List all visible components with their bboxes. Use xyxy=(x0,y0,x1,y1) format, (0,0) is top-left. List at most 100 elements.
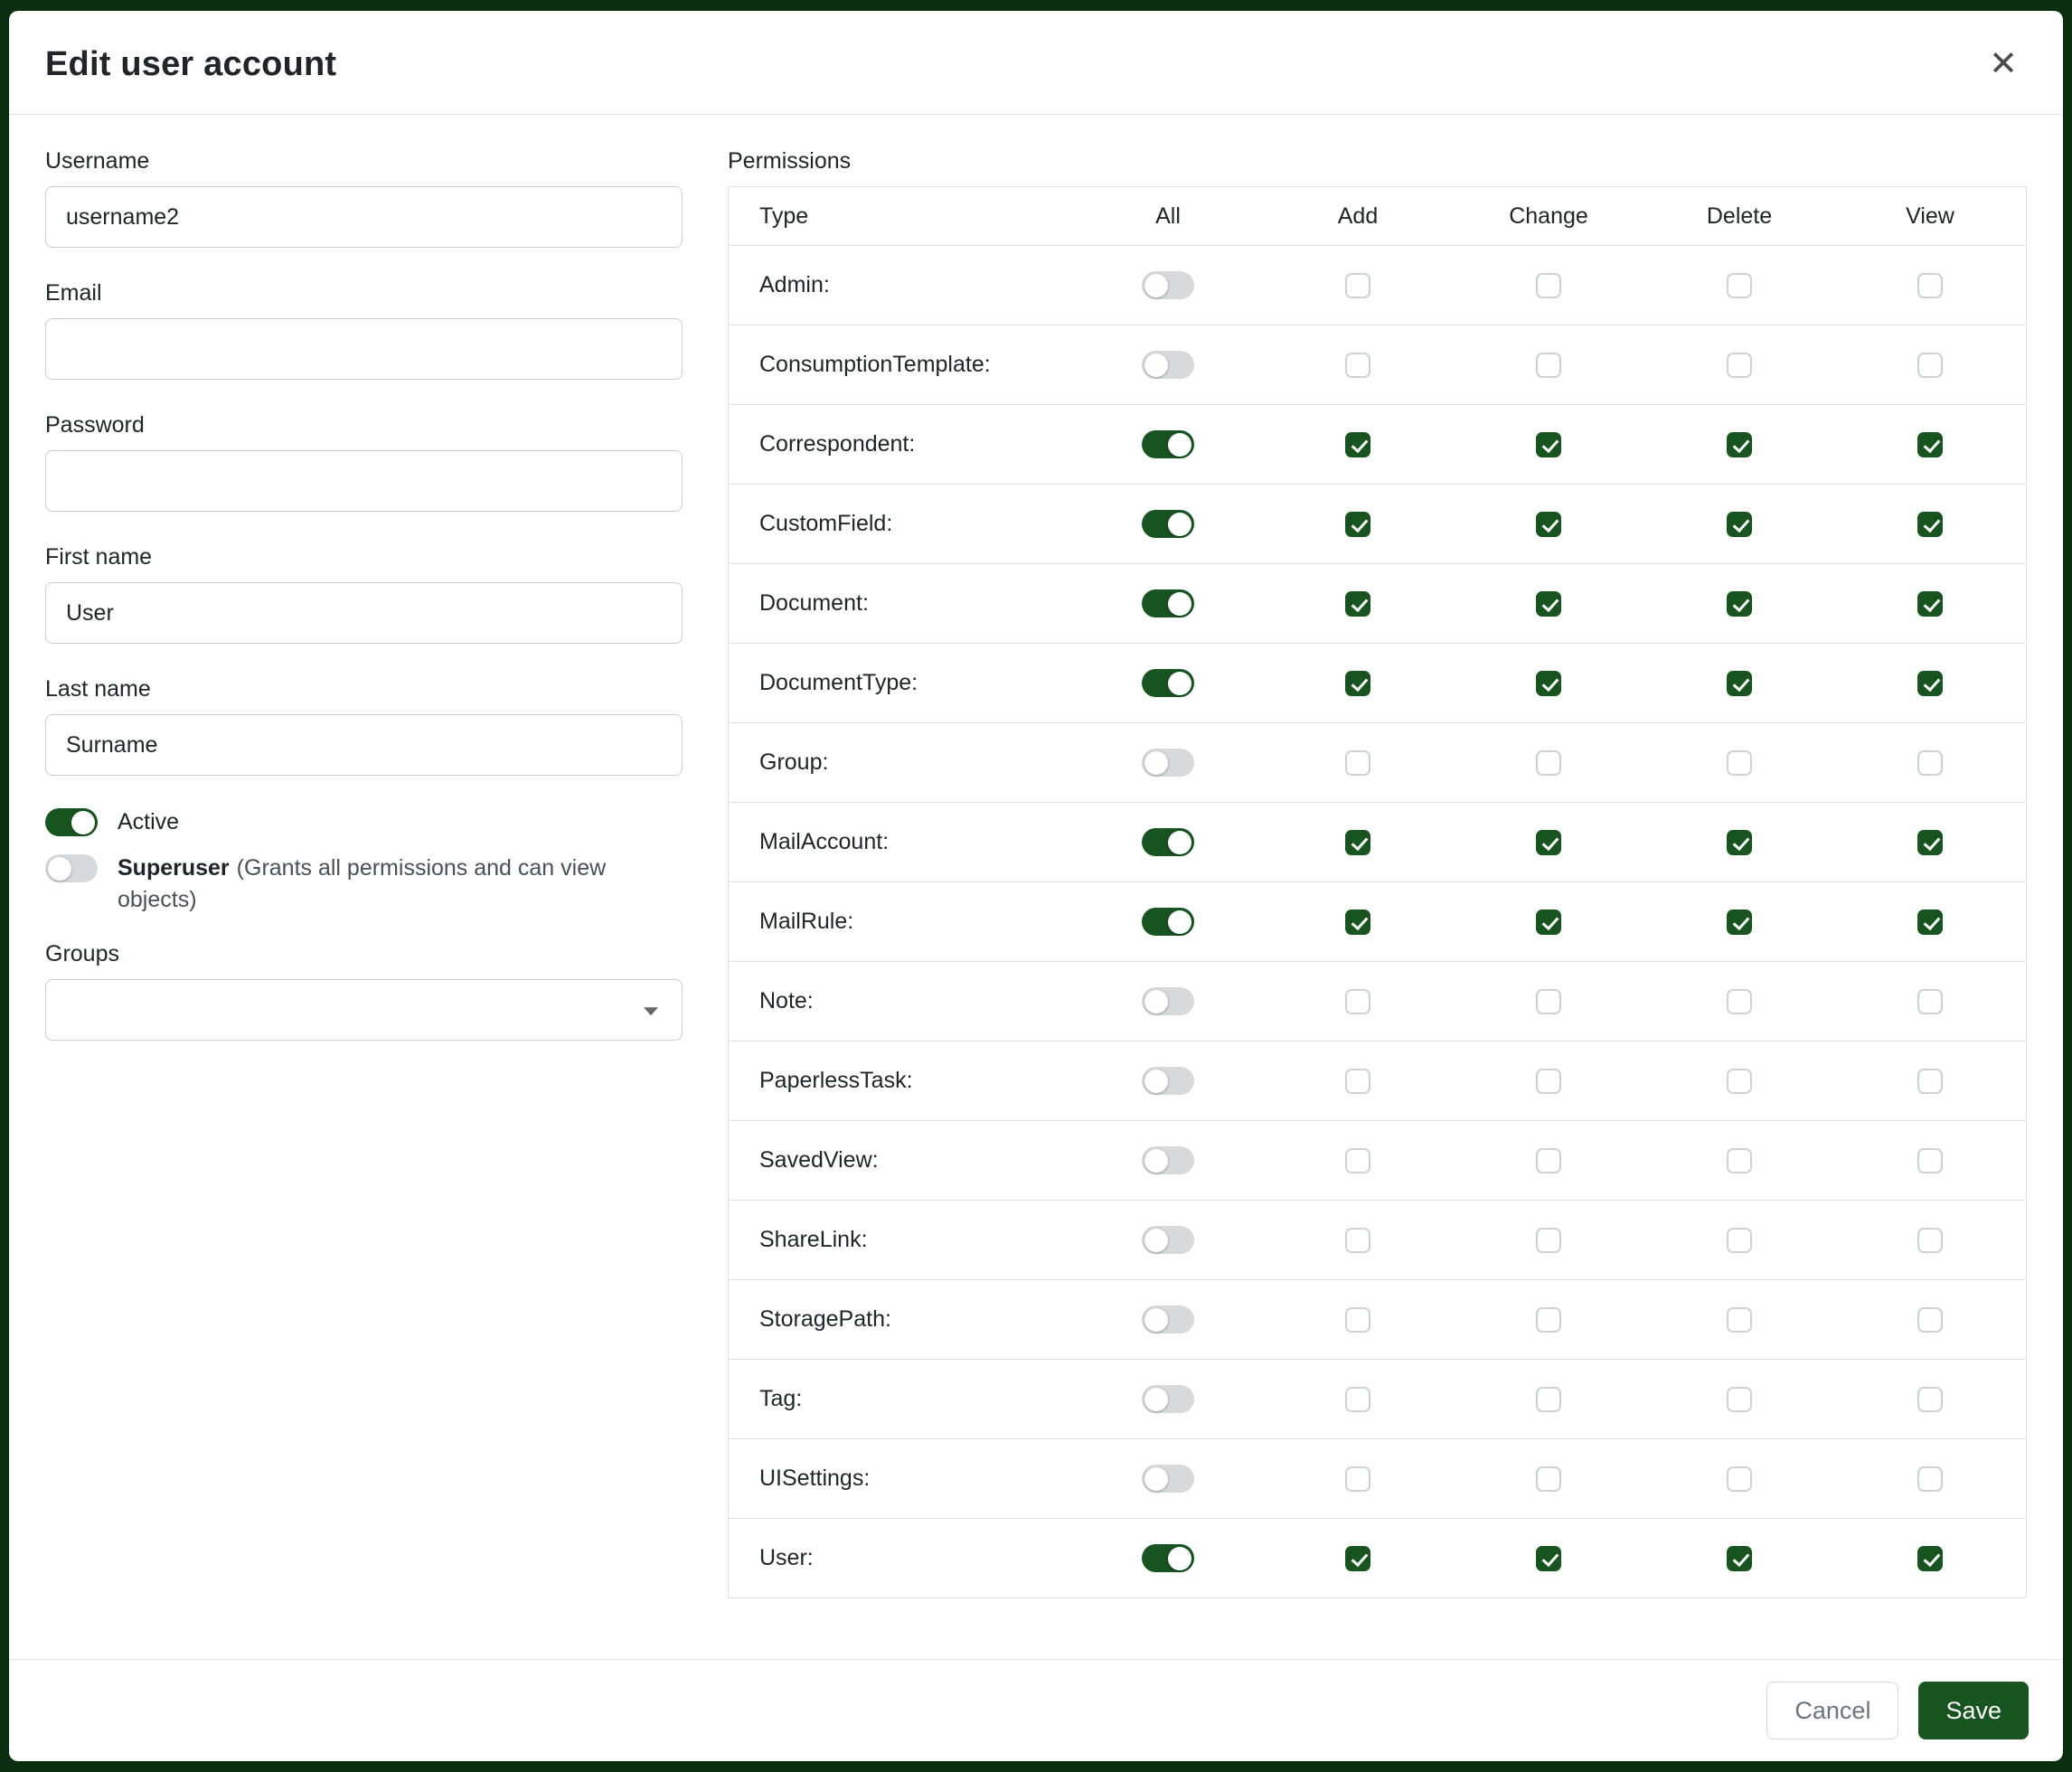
permission-change-checkbox[interactable] xyxy=(1536,1148,1561,1173)
permission-view-checkbox[interactable] xyxy=(1917,432,1943,457)
permission-all-toggle[interactable] xyxy=(1142,987,1194,1015)
last-name-input[interactable] xyxy=(45,714,683,776)
permission-view-checkbox[interactable] xyxy=(1917,1466,1943,1492)
permission-all-toggle[interactable] xyxy=(1142,510,1194,538)
first-name-input[interactable] xyxy=(45,582,683,644)
permission-change-checkbox[interactable] xyxy=(1536,432,1561,457)
permission-change-checkbox[interactable] xyxy=(1536,910,1561,935)
permission-view-checkbox[interactable] xyxy=(1917,989,1943,1014)
permission-delete-checkbox[interactable] xyxy=(1727,512,1752,537)
permission-delete-checkbox[interactable] xyxy=(1727,1148,1752,1173)
permission-add-checkbox[interactable] xyxy=(1345,432,1370,457)
permission-all-toggle[interactable] xyxy=(1142,1385,1194,1413)
permission-add-checkbox[interactable] xyxy=(1345,1387,1370,1412)
permission-add-checkbox[interactable] xyxy=(1345,1148,1370,1173)
permission-view-checkbox[interactable] xyxy=(1917,910,1943,935)
permission-change-checkbox[interactable] xyxy=(1536,1069,1561,1094)
permission-view-checkbox[interactable] xyxy=(1917,353,1943,378)
permission-delete-cell xyxy=(1644,273,1834,298)
permission-delete-checkbox[interactable] xyxy=(1727,750,1752,776)
permission-add-checkbox[interactable] xyxy=(1345,1466,1370,1492)
permission-delete-cell xyxy=(1644,750,1834,776)
permission-add-checkbox[interactable] xyxy=(1345,989,1370,1014)
permission-all-toggle[interactable] xyxy=(1142,430,1194,458)
active-toggle[interactable] xyxy=(45,808,98,836)
permission-change-checkbox[interactable] xyxy=(1536,353,1561,378)
permission-delete-checkbox[interactable] xyxy=(1727,273,1752,298)
save-button[interactable]: Save xyxy=(1918,1682,2029,1739)
permission-all-toggle[interactable] xyxy=(1142,749,1194,777)
permission-view-checkbox[interactable] xyxy=(1917,1069,1943,1094)
superuser-toggle[interactable] xyxy=(45,854,98,882)
email-input[interactable] xyxy=(45,318,683,380)
permission-delete-checkbox[interactable] xyxy=(1727,1069,1752,1094)
password-input[interactable] xyxy=(45,450,683,512)
close-icon[interactable]: ✕ xyxy=(1983,42,2023,87)
permission-add-checkbox[interactable] xyxy=(1345,1307,1370,1333)
permission-change-checkbox[interactable] xyxy=(1536,1387,1561,1412)
permission-view-checkbox[interactable] xyxy=(1917,750,1943,776)
permission-all-toggle[interactable] xyxy=(1142,1226,1194,1254)
permission-view-checkbox[interactable] xyxy=(1917,1387,1943,1412)
permission-add-checkbox[interactable] xyxy=(1345,591,1370,617)
permission-view-checkbox[interactable] xyxy=(1917,671,1943,696)
permission-delete-cell xyxy=(1644,591,1834,617)
permission-all-toggle[interactable] xyxy=(1142,1544,1194,1572)
permission-add-checkbox[interactable] xyxy=(1345,910,1370,935)
permission-add-checkbox[interactable] xyxy=(1345,830,1370,855)
permission-delete-checkbox[interactable] xyxy=(1727,910,1752,935)
permission-all-toggle[interactable] xyxy=(1142,1465,1194,1493)
permission-view-checkbox[interactable] xyxy=(1917,591,1943,617)
permission-add-checkbox[interactable] xyxy=(1345,273,1370,298)
permission-all-toggle[interactable] xyxy=(1142,669,1194,697)
permission-change-checkbox[interactable] xyxy=(1536,1307,1561,1333)
permission-change-checkbox[interactable] xyxy=(1536,989,1561,1014)
cancel-button[interactable]: Cancel xyxy=(1766,1682,1898,1739)
permission-view-checkbox[interactable] xyxy=(1917,1307,1943,1333)
permission-delete-checkbox[interactable] xyxy=(1727,1387,1752,1412)
username-input[interactable] xyxy=(45,186,683,248)
permission-change-checkbox[interactable] xyxy=(1536,830,1561,855)
permission-all-toggle[interactable] xyxy=(1142,1067,1194,1095)
permission-change-checkbox[interactable] xyxy=(1536,591,1561,617)
permission-add-checkbox[interactable] xyxy=(1345,353,1370,378)
permission-add-checkbox[interactable] xyxy=(1345,750,1370,776)
permission-all-toggle[interactable] xyxy=(1142,271,1194,299)
permission-change-checkbox[interactable] xyxy=(1536,512,1561,537)
permission-delete-checkbox[interactable] xyxy=(1727,432,1752,457)
permission-change-checkbox[interactable] xyxy=(1536,1466,1561,1492)
permission-view-checkbox[interactable] xyxy=(1917,273,1943,298)
permission-view-checkbox[interactable] xyxy=(1917,1228,1943,1253)
permission-add-checkbox[interactable] xyxy=(1345,1228,1370,1253)
permission-change-checkbox[interactable] xyxy=(1536,273,1561,298)
permission-all-toggle[interactable] xyxy=(1142,351,1194,379)
permission-delete-checkbox[interactable] xyxy=(1727,1466,1752,1492)
permission-delete-checkbox[interactable] xyxy=(1727,671,1752,696)
permission-view-checkbox[interactable] xyxy=(1917,512,1943,537)
permission-add-checkbox[interactable] xyxy=(1345,1546,1370,1571)
permission-change-checkbox[interactable] xyxy=(1536,1546,1561,1571)
permission-delete-checkbox[interactable] xyxy=(1727,830,1752,855)
permission-delete-checkbox[interactable] xyxy=(1727,353,1752,378)
permission-delete-checkbox[interactable] xyxy=(1727,591,1752,617)
permission-delete-checkbox[interactable] xyxy=(1727,1228,1752,1253)
permission-all-toggle[interactable] xyxy=(1142,828,1194,856)
permission-change-checkbox[interactable] xyxy=(1536,1228,1561,1253)
permission-view-checkbox[interactable] xyxy=(1917,830,1943,855)
groups-select[interactable] xyxy=(45,979,683,1041)
permission-delete-checkbox[interactable] xyxy=(1727,1546,1752,1571)
permission-view-checkbox[interactable] xyxy=(1917,1546,1943,1571)
permission-all-toggle[interactable] xyxy=(1142,1305,1194,1334)
permission-all-toggle[interactable] xyxy=(1142,1146,1194,1174)
permission-all-toggle[interactable] xyxy=(1142,908,1194,936)
permission-add-checkbox[interactable] xyxy=(1345,512,1370,537)
permission-row: Group: xyxy=(729,722,2026,802)
permission-add-checkbox[interactable] xyxy=(1345,1069,1370,1094)
permission-add-checkbox[interactable] xyxy=(1345,671,1370,696)
permission-change-checkbox[interactable] xyxy=(1536,750,1561,776)
permission-view-checkbox[interactable] xyxy=(1917,1148,1943,1173)
permission-change-checkbox[interactable] xyxy=(1536,671,1561,696)
permission-all-toggle[interactable] xyxy=(1142,589,1194,617)
permission-delete-checkbox[interactable] xyxy=(1727,1307,1752,1333)
permission-delete-checkbox[interactable] xyxy=(1727,989,1752,1014)
